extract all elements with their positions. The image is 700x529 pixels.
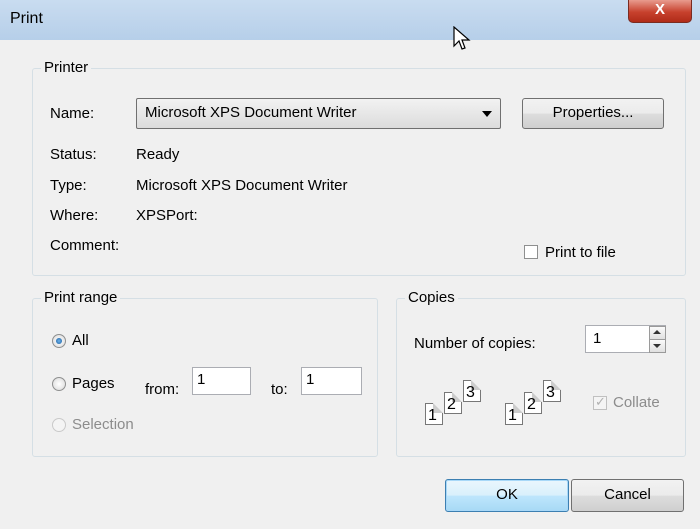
from-label: from:	[145, 381, 180, 398]
copies-value: 1	[593, 330, 602, 347]
window-title: Print	[10, 10, 43, 27]
print-range-legend: Print range	[41, 289, 121, 306]
to-input-value: 1	[306, 371, 315, 388]
page-sheet: 3	[463, 380, 481, 402]
name-label: Name:	[50, 105, 95, 122]
type-value: Microsoft XPS Document Writer	[136, 177, 348, 194]
printer-select[interactable]: Microsoft XPS Document Writer	[136, 98, 501, 129]
selection-radio-label[interactable]: Selection	[72, 416, 134, 433]
number-of-copies-label: Number of copies:	[414, 335, 536, 352]
pages-radio[interactable]	[52, 377, 66, 391]
checkmark-icon: ✓	[595, 394, 606, 409]
cancel-button-label: Cancel	[604, 486, 651, 503]
all-radio-label[interactable]: All	[72, 332, 89, 349]
printer-select-value: Microsoft XPS Document Writer	[145, 104, 357, 121]
page-sheet: 1	[505, 403, 523, 425]
collate-label[interactable]: Collate	[613, 394, 660, 411]
status-value: Ready	[136, 146, 180, 163]
ok-button-label: OK	[496, 486, 518, 503]
where-label: Where:	[50, 207, 99, 224]
mouse-cursor-icon	[453, 26, 471, 50]
selection-radio[interactable]	[52, 418, 66, 432]
spin-up-icon[interactable]	[649, 326, 666, 340]
close-icon: X	[654, 1, 665, 18]
radio-selected-dot	[56, 338, 62, 344]
print-to-file-checkbox[interactable]	[524, 245, 538, 259]
comment-label: Comment:	[50, 237, 120, 254]
spin-buttons	[649, 326, 666, 353]
copies-group: Copies	[396, 289, 686, 457]
to-label: to:	[271, 381, 288, 398]
properties-button-label: Properties...	[552, 104, 634, 121]
spin-down-icon[interactable]	[649, 339, 666, 353]
cancel-button[interactable]: Cancel	[571, 479, 684, 512]
from-input-value: 1	[197, 371, 206, 388]
all-radio[interactable]	[52, 334, 66, 348]
page-sheet: 3	[543, 380, 561, 402]
close-button[interactable]: X	[628, 0, 692, 23]
page-sheet: 2	[444, 392, 462, 414]
printer-legend: Printer	[41, 59, 92, 76]
pages-radio-label[interactable]: Pages	[72, 375, 115, 392]
to-input[interactable]: 1	[301, 367, 362, 395]
page-sheet: 1	[425, 403, 443, 425]
from-input[interactable]: 1	[192, 367, 251, 395]
dropdown-arrow-icon[interactable]	[482, 111, 492, 117]
ok-button[interactable]: OK	[445, 479, 569, 512]
where-value: XPSPort:	[136, 207, 198, 224]
status-label: Status:	[50, 146, 97, 163]
page-sheet: 2	[524, 392, 542, 414]
copies-spinner[interactable]: 1	[585, 325, 666, 353]
title-bar[interactable]: Print X	[0, 0, 700, 40]
type-label: Type:	[50, 177, 87, 194]
copies-legend: Copies	[405, 289, 458, 306]
print-to-file-label[interactable]: Print to file	[545, 244, 616, 261]
collate-checkbox[interactable]: ✓	[593, 394, 607, 410]
properties-button[interactable]: Properties...	[522, 98, 664, 129]
